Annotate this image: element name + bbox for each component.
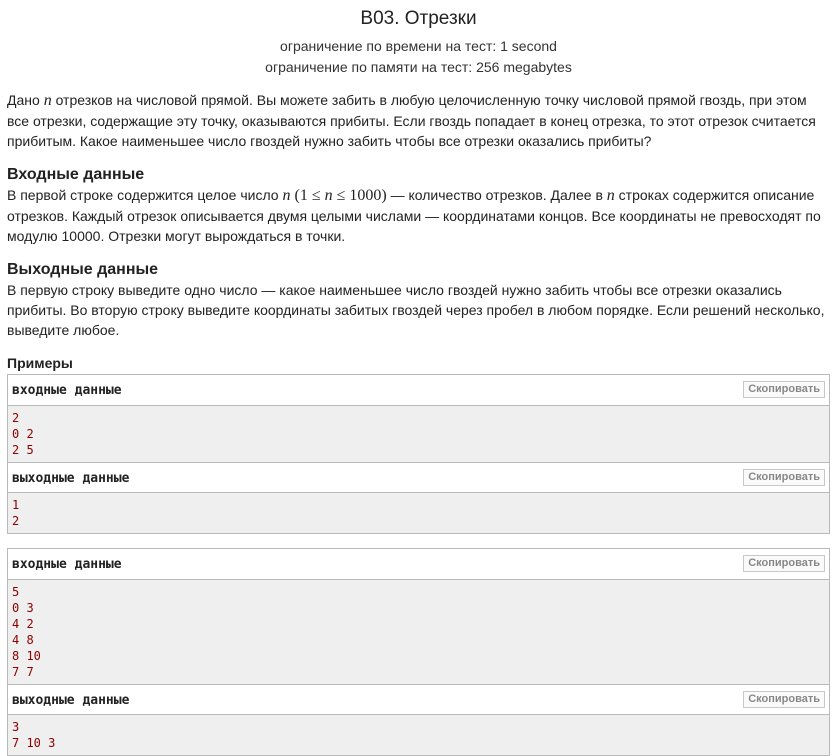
input-data: 5 0 3 4 2 4 8 8 10 7 7 <box>8 580 829 684</box>
problem-legend: Дано n отрезков на числовой прямой. Вы м… <box>7 90 830 151</box>
input-data: 2 0 2 2 5 <box>8 406 829 462</box>
problem-page: B03. Отрезки ограничение по времени на т… <box>0 0 837 756</box>
output-data: 3 7 10 3 <box>8 715 829 755</box>
copy-input-button[interactable]: Скопировать <box>743 381 825 398</box>
input-spec-text: В первой строке содержится целое число <box>7 187 283 203</box>
output-label: выходные данные <box>12 693 130 708</box>
input-line: 4 2 <box>12 617 34 631</box>
output-line: 1 <box>12 498 20 512</box>
math-constraint-close: ≤ 1000) <box>332 187 387 204</box>
math-constraint-open: (1 ≤ <box>290 187 325 204</box>
output-line: 3 <box>12 720 20 734</box>
problem-title: B03. Отрезки <box>360 8 477 29</box>
legend-text: отрезков на числовой прямой. Вы можете з… <box>7 92 816 149</box>
copy-output-button[interactable]: Скопировать <box>743 469 825 486</box>
input-label: входные данные <box>12 557 122 572</box>
time-limit: ограничение по времени на тест: 1 second <box>280 38 557 54</box>
input-line: 5 <box>12 585 20 599</box>
output-spec-body: В первую строку выведите одно число — ка… <box>7 282 825 338</box>
copy-output-button[interactable]: Скопировать <box>743 691 825 708</box>
input-line: 2 5 <box>12 443 34 457</box>
input-line: 4 8 <box>12 633 34 647</box>
input-line: 0 3 <box>12 601 34 615</box>
input-line: 7 7 <box>12 665 34 679</box>
math-var-n: n <box>606 187 615 204</box>
legend-text: Дано <box>7 92 44 108</box>
limits: ограничение по времени на тест: 1 second… <box>7 36 830 78</box>
input-line: 0 2 <box>12 427 34 441</box>
output-line: 2 <box>12 514 20 528</box>
input-header: входные данные Скопировать <box>8 549 829 580</box>
output-header: выходные данные Скопировать <box>8 462 829 493</box>
output-label: выходные данные <box>12 471 130 486</box>
input-spec-body: В первой строке содержится целое число n… <box>7 185 830 246</box>
math-var-n: n <box>324 187 333 204</box>
output-line: 7 10 3 <box>12 736 56 750</box>
examples-title: Примеры <box>7 355 73 371</box>
output-header: выходные данные Скопировать <box>8 684 829 715</box>
output-data: 12 <box>8 493 829 533</box>
problem-header: B03. Отрезки ограничение по времени на т… <box>7 0 830 78</box>
output-spec-title: Выходные данные <box>7 261 159 278</box>
example-block: входные данные Скопировать 5 0 3 4 2 4 8 8 10 7… <box>7 548 830 756</box>
input-spec-title: Входные данные <box>7 166 145 183</box>
input-spec-text: — количество отрезков. Далее в <box>386 187 607 203</box>
memory-limit: ограничение по памяти на тест: 256 megab… <box>265 59 572 75</box>
input-line: 8 10 <box>12 649 41 663</box>
math-var-n: n <box>43 92 52 109</box>
input-header: входные данные Скопировать <box>8 375 829 406</box>
copy-input-button[interactable]: Скопировать <box>743 555 825 572</box>
example-block: входные данные Скопировать 2 0 2 2 5 выходные… <box>7 374 830 534</box>
examples-container: входные данные Скопировать 2 0 2 2 5 выходные… <box>7 374 830 756</box>
input-line: 2 <box>12 411 20 425</box>
input-label: входные данные <box>12 383 122 398</box>
